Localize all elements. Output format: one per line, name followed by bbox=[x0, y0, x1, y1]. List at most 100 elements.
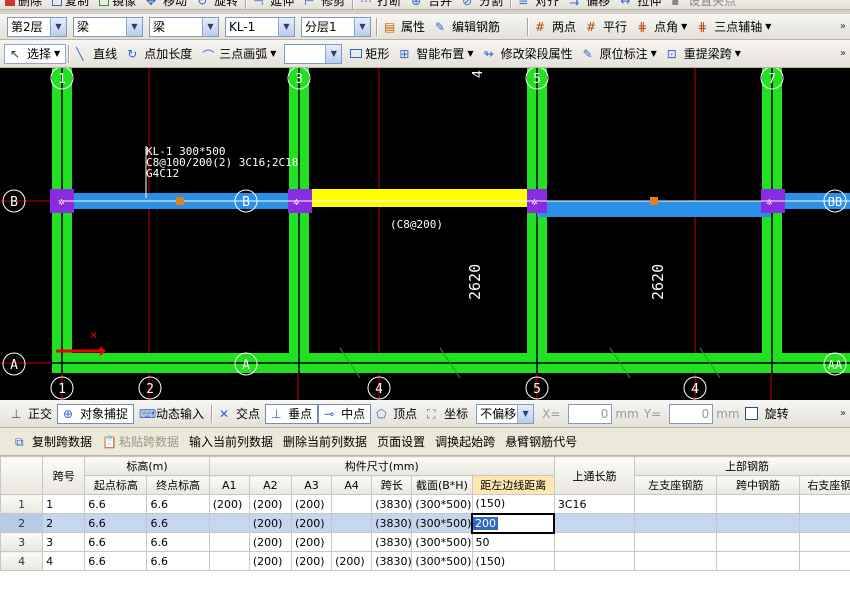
rectangle-button[interactable]: 矩形 bbox=[345, 44, 394, 64]
cell-right-support[interactable] bbox=[798, 513, 850, 533]
header-left-edge-distance[interactable]: 距左边线距离 bbox=[471, 475, 555, 495]
header-span-no[interactable]: 跨号 bbox=[42, 456, 86, 495]
extend-button[interactable]: ⊣ 延伸 bbox=[248, 0, 299, 9]
header-a1[interactable]: A1 bbox=[208, 475, 250, 495]
break-button[interactable]: ⋯ 打断 bbox=[355, 0, 406, 9]
cell-mid-span[interactable] bbox=[716, 551, 800, 571]
drawing-svg[interactable]: ✲ ✲ ✲ ✲ 1 3 5 7 4 1 2 A 4 5 4 AA B A B B… bbox=[0, 68, 850, 400]
cell-a2[interactable]: (200) bbox=[248, 551, 292, 571]
cell-a1[interactable] bbox=[208, 513, 250, 533]
cell-right-support[interactable] bbox=[798, 551, 850, 571]
cell-a3[interactable]: (200) bbox=[290, 532, 333, 552]
properties-button[interactable]: ▤ 属性 bbox=[379, 17, 430, 37]
cell-mid-span[interactable] bbox=[716, 532, 800, 552]
cell-span[interactable]: 1 bbox=[42, 494, 86, 514]
select-button[interactable]: ↖ 选择 ▼ bbox=[4, 43, 67, 64]
cell-span[interactable]: 3 bbox=[42, 532, 86, 552]
offset-mode-select[interactable]: 不偏移 ▼ bbox=[476, 403, 535, 424]
cell-end-elev[interactable]: 6.6 bbox=[146, 513, 210, 533]
line-button[interactable]: ╲ 直线 bbox=[71, 44, 122, 64]
table-row[interactable]: 1 1 6.6 6.6 (200) (200) (200) (3830) (30… bbox=[0, 494, 850, 514]
toolbar-overflow-icon[interactable]: » bbox=[836, 48, 850, 59]
input-current-column-button[interactable]: 输入当前列数据 bbox=[184, 432, 278, 452]
header-span-length[interactable]: 跨长 bbox=[371, 475, 413, 495]
table-row[interactable]: 4 4 6.6 6.6 (200) (200) (200) (3830) (30… bbox=[0, 551, 850, 571]
move-button[interactable]: ✥ 移动 bbox=[141, 0, 192, 9]
trim-button[interactable]: ⊢ 修剪 bbox=[299, 0, 350, 9]
dynamic-input-toggle[interactable]: ⌨ 动态输入 bbox=[134, 404, 209, 424]
cell-a4[interactable] bbox=[331, 513, 373, 533]
offset-button[interactable]: ⇉ 偏移 bbox=[564, 0, 615, 9]
ortho-toggle[interactable]: ⊥ 正交 bbox=[6, 404, 57, 424]
mirror-button[interactable]: 镜像 bbox=[94, 0, 141, 9]
rotate-checkbox[interactable]: 旋转 bbox=[740, 404, 794, 424]
cell-start-elev[interactable]: 6.6 bbox=[84, 551, 148, 571]
set-grip-button[interactable]: ▪ 设置夹点 bbox=[666, 0, 741, 9]
cell-a1[interactable]: (200) bbox=[208, 494, 250, 514]
header-end-elevation[interactable]: 终点标高 bbox=[146, 475, 210, 495]
delete-current-column-button[interactable]: 删除当前列数据 bbox=[278, 432, 372, 452]
cell-a1[interactable] bbox=[208, 551, 250, 571]
cell-section[interactable]: (300*500) bbox=[411, 494, 473, 514]
cell-a1[interactable] bbox=[208, 532, 250, 552]
header-a4[interactable]: A4 bbox=[331, 475, 373, 495]
header-a2[interactable]: A2 bbox=[248, 475, 292, 495]
cell-end-elev[interactable]: 6.6 bbox=[146, 494, 210, 514]
cantilever-rebar-code-button[interactable]: 悬臂钢筋代号 bbox=[500, 432, 582, 452]
floor-select[interactable]: 第2层 ▼ bbox=[7, 16, 67, 37]
object-snap-toggle[interactable]: ⊕ 对象捕捉 bbox=[57, 403, 135, 424]
paste-span-data-button[interactable]: 📋 粘贴跨数据 bbox=[97, 432, 184, 452]
cell-section[interactable]: (300*500) bbox=[411, 532, 473, 552]
rotate-button[interactable]: ↻ 旋转 bbox=[192, 0, 243, 9]
cell-section[interactable]: (300*500) bbox=[411, 513, 473, 533]
cell-section[interactable]: (300*500) bbox=[411, 551, 473, 571]
cell-mid-span[interactable] bbox=[716, 494, 800, 514]
grip-point[interactable] bbox=[650, 197, 658, 205]
point-length-button[interactable]: ↻ 点加长度 bbox=[122, 44, 197, 64]
cell-start-elev[interactable]: 6.6 bbox=[84, 494, 148, 514]
cell-start-elev[interactable]: 6.6 bbox=[84, 513, 148, 533]
beam-span-2-selected[interactable] bbox=[299, 189, 535, 207]
cell-right-support[interactable] bbox=[798, 532, 850, 552]
copy-span-data-button[interactable]: ⧉ 复制跨数据 bbox=[10, 432, 97, 452]
row-header[interactable]: 2 bbox=[0, 513, 44, 533]
toolbar-overflow-icon[interactable]: » bbox=[836, 408, 850, 419]
cell-a4[interactable] bbox=[331, 532, 373, 552]
midpoint-snap[interactable]: ⊸ 中点 bbox=[318, 403, 372, 424]
cell-editor-text[interactable]: 200 bbox=[474, 516, 499, 530]
modify-span-props-button[interactable]: ↬ 修改梁段属性 bbox=[479, 44, 578, 64]
cell-left-distance[interactable]: (150) bbox=[471, 551, 555, 571]
cell-left-distance-editing[interactable]: 200 bbox=[471, 512, 556, 534]
header-start-elevation[interactable]: 起点标高 bbox=[84, 475, 148, 495]
point-angle-button[interactable]: ⋕ 点角 ▼ bbox=[632, 17, 692, 37]
in-place-mark-button[interactable]: ✎ 原位标注 ▼ bbox=[578, 44, 662, 64]
cell-a2[interactable]: (200) bbox=[248, 513, 292, 533]
cell-span-length[interactable]: (3830) bbox=[371, 513, 413, 533]
stretch-button[interactable]: ↔ 拉伸 bbox=[615, 0, 666, 9]
cell-left-distance[interactable]: (150) bbox=[471, 494, 555, 514]
cell-top-through[interactable] bbox=[553, 513, 636, 533]
cell-a4[interactable]: (200) bbox=[331, 551, 373, 571]
edit-rebar-button[interactable]: ✎ 编辑钢筋 bbox=[430, 17, 505, 37]
row-header[interactable]: 4 bbox=[0, 551, 44, 571]
category-select[interactable]: 梁 ▼ bbox=[73, 16, 143, 37]
row-header[interactable]: 1 bbox=[0, 494, 44, 514]
coordinate-snap[interactable]: ⛶ 坐标 bbox=[422, 404, 473, 424]
row-header[interactable]: 3 bbox=[0, 532, 44, 552]
cell-span[interactable]: 2 bbox=[42, 513, 86, 533]
draw-mode-select[interactable]: ▼ bbox=[284, 43, 343, 64]
cell-span-length[interactable]: (3830) bbox=[371, 494, 413, 514]
cell-top-through[interactable]: 3C16 bbox=[553, 494, 636, 514]
cell-span-length[interactable]: (3830) bbox=[371, 532, 413, 552]
intersection-snap[interactable]: ✕ 交点 bbox=[214, 404, 265, 424]
cell-a4[interactable] bbox=[331, 494, 373, 514]
three-point-axis-button[interactable]: ⋕ 三点辅轴 ▼ bbox=[692, 17, 776, 37]
perpendicular-snap[interactable]: ⊥ 垂点 bbox=[265, 403, 319, 424]
grip-point[interactable] bbox=[176, 197, 184, 205]
header-right-support-rebar[interactable]: 右支座钢 bbox=[798, 475, 850, 495]
swap-start-span-button[interactable]: 调换起始跨 bbox=[430, 432, 500, 452]
header-a3[interactable]: A3 bbox=[290, 475, 333, 495]
cell-right-support[interactable] bbox=[798, 494, 850, 514]
cell-span[interactable]: 4 bbox=[42, 551, 86, 571]
page-setup-button[interactable]: 页面设置 bbox=[372, 432, 430, 452]
